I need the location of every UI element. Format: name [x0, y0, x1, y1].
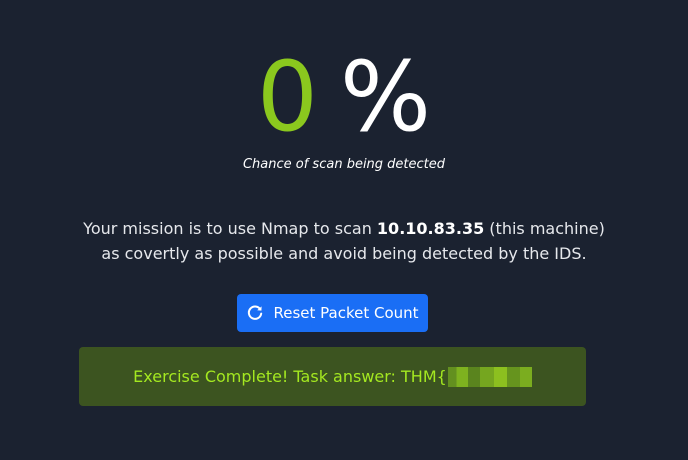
mission-line1-prefix: Your mission is to use Nmap to scan [83, 219, 377, 238]
detection-score: 0% [0, 42, 688, 152]
target-ip: 10.10.83.35 [376, 219, 485, 238]
reset-packet-count-button[interactable]: Reset Packet Count [237, 294, 428, 332]
task-answer-text: Exercise Complete! Task answer: THM{ [133, 367, 447, 386]
mission-line2: as covertly as possible and avoid being … [101, 244, 587, 263]
detection-percentage-value: 0 [256, 41, 318, 153]
percent-sign: % [339, 41, 432, 153]
mission-text: Your mission is to use Nmap to scan 10.1… [0, 216, 688, 266]
ids-challenge-page: 0% Chance of scan being detected Your mi… [0, 0, 688, 460]
redacted-flag [447, 366, 532, 387]
mission-line1-suffix: (this machine) [484, 219, 605, 238]
reset-button-label: Reset Packet Count [273, 304, 419, 322]
detection-caption: Chance of scan being detected [242, 157, 446, 172]
exercise-complete-alert: Exercise Complete! Task answer: THM{ [79, 347, 586, 406]
refresh-icon [246, 304, 264, 322]
